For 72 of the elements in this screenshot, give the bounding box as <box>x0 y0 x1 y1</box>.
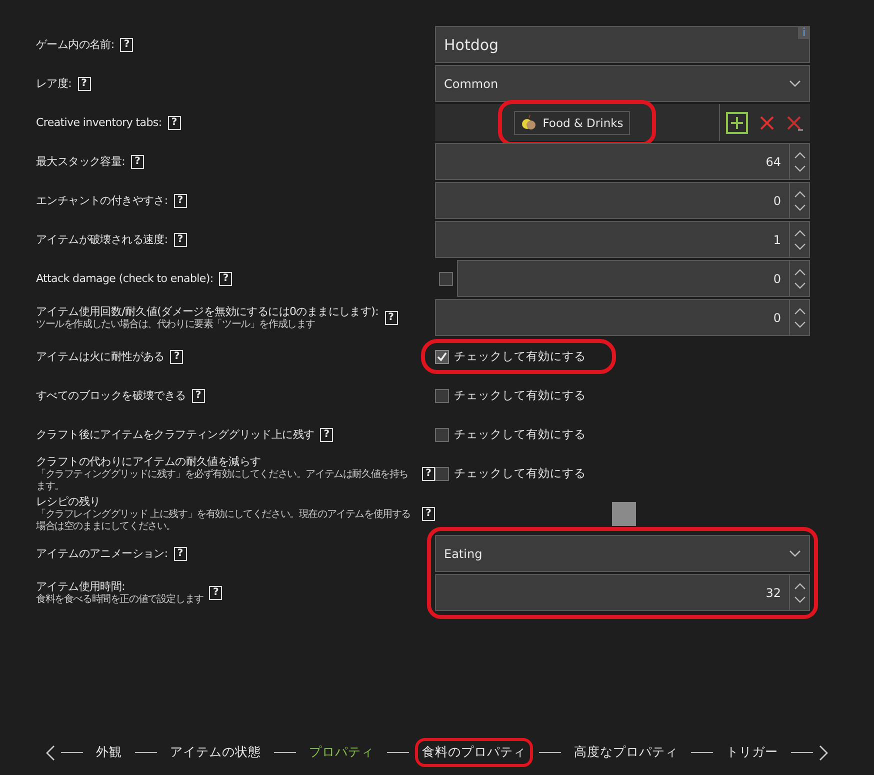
spinner-arrows[interactable] <box>790 182 810 219</box>
help-icon[interactable]: ? <box>209 586 222 600</box>
remove-icon[interactable] <box>758 114 775 130</box>
help-icon[interactable]: ? <box>422 507 435 521</box>
help-icon[interactable]: ? <box>170 350 184 364</box>
field-label: Creative inventory tabs: <box>36 116 162 130</box>
checkbox[interactable] <box>435 428 449 442</box>
tab-chip[interactable]: Food & Drinks <box>514 110 630 134</box>
field-label: クラフト後にアイテムをクラフティンググリッド上に残す <box>36 428 314 442</box>
field-label: アイテム使用回数/耐久値(ダメージを無効にするには0のままにします): <box>36 304 378 318</box>
spinner-arrows[interactable] <box>790 574 810 611</box>
field-label: すべてのブロックを破壊できる <box>36 388 186 402</box>
number-field[interactable]: 0 <box>435 182 790 219</box>
checkbox[interactable] <box>435 350 449 364</box>
help-icon[interactable]: ? <box>174 232 187 246</box>
help-icon[interactable]: ? <box>320 428 334 442</box>
spinner-arrows[interactable] <box>790 260 810 297</box>
field-hint: 「クラフレインググリッド 上に残す」を有効にしてください。現在のアイテムを使用する場合は空のままにしてください。 <box>36 509 412 533</box>
number-field[interactable]: 0 <box>435 299 790 336</box>
remove-all-icon[interactable] <box>786 114 804 130</box>
checkbox[interactable] <box>435 388 449 402</box>
help-icon[interactable]: ? <box>174 194 187 208</box>
chevron-down-icon[interactable] <box>789 80 801 88</box>
field-label: クラフトの代わりにアイテムの耐久値を減らす <box>36 455 262 468</box>
field-label: レシピの残り <box>36 495 102 508</box>
help-icon[interactable]: ? <box>174 546 187 560</box>
step-tab[interactable]: 外観 <box>89 738 129 767</box>
field-label: Attack damage (check to enable): <box>36 272 214 286</box>
step-tab[interactable]: プロパティ <box>302 738 381 767</box>
next-icon[interactable] <box>819 744 829 760</box>
dropdown[interactable]: Common <box>435 65 810 102</box>
checkbox-label[interactable]: チェックして有効にする <box>454 427 586 442</box>
spinner-arrows[interactable] <box>790 143 810 180</box>
number-field[interactable]: 32 <box>435 574 790 611</box>
step-tab[interactable]: 高度なプロパティ <box>567 738 685 767</box>
help-icon[interactable]: ? <box>120 38 134 52</box>
number-field[interactable]: 1 <box>435 221 790 258</box>
field-label: アイテムのアニメーション: <box>36 546 168 560</box>
help-icon[interactable]: ? <box>422 467 435 481</box>
previous-icon[interactable] <box>45 744 55 760</box>
help-icon[interactable]: ? <box>131 154 144 168</box>
step-tab[interactable]: アイテムの状態 <box>163 738 268 767</box>
help-icon[interactable]: ? <box>192 388 205 402</box>
field-label: ゲーム内の名前: <box>36 38 114 52</box>
step-tab[interactable]: 食料のプロパティ <box>415 738 533 767</box>
checkbox[interactable] <box>435 466 449 480</box>
dropdown[interactable]: Eating <box>435 535 810 572</box>
spinner-arrows[interactable] <box>790 299 810 336</box>
checkbox-label[interactable]: チェックして有効にする <box>454 466 586 481</box>
help-icon[interactable]: ? <box>384 310 398 324</box>
help-icon[interactable]: ? <box>219 272 232 286</box>
add-icon[interactable] <box>726 112 748 134</box>
item-slot[interactable] <box>612 502 636 526</box>
field-label: エンチャントの付きやすさ: <box>36 194 168 208</box>
field-hint: ツールを作成したい場合は、代わりに要素「ツール」を作成します <box>36 318 316 330</box>
number-field[interactable]: 64 <box>435 143 790 180</box>
checkbox-label[interactable]: チェックして有効にする <box>454 388 586 403</box>
help-icon[interactable]: ? <box>168 116 181 130</box>
number-field[interactable]: 0 <box>457 260 790 297</box>
chevron-down-icon[interactable] <box>789 550 801 558</box>
checkbox[interactable] <box>439 272 453 286</box>
spinner-arrows[interactable] <box>790 221 810 258</box>
field-hint: 食料を食べる時間を正の値で設定します <box>36 594 204 606</box>
field-label: アイテム使用時間: <box>36 580 126 594</box>
apple-icon <box>520 114 537 130</box>
step-tab[interactable]: トリガー <box>719 738 785 767</box>
field-hint: 「クラフティンググリッドに残す」を必ず有効にしてください。アイテムは耐久値を持ちます。 <box>36 469 410 493</box>
field-label: レア度: <box>36 76 72 90</box>
field-label: 最大スタック容量: <box>36 154 126 168</box>
field-label: アイテムが破壊される速度: <box>36 232 168 246</box>
field-label: アイテムは火に耐性がある <box>36 350 164 364</box>
help-icon[interactable]: ? <box>78 76 91 90</box>
